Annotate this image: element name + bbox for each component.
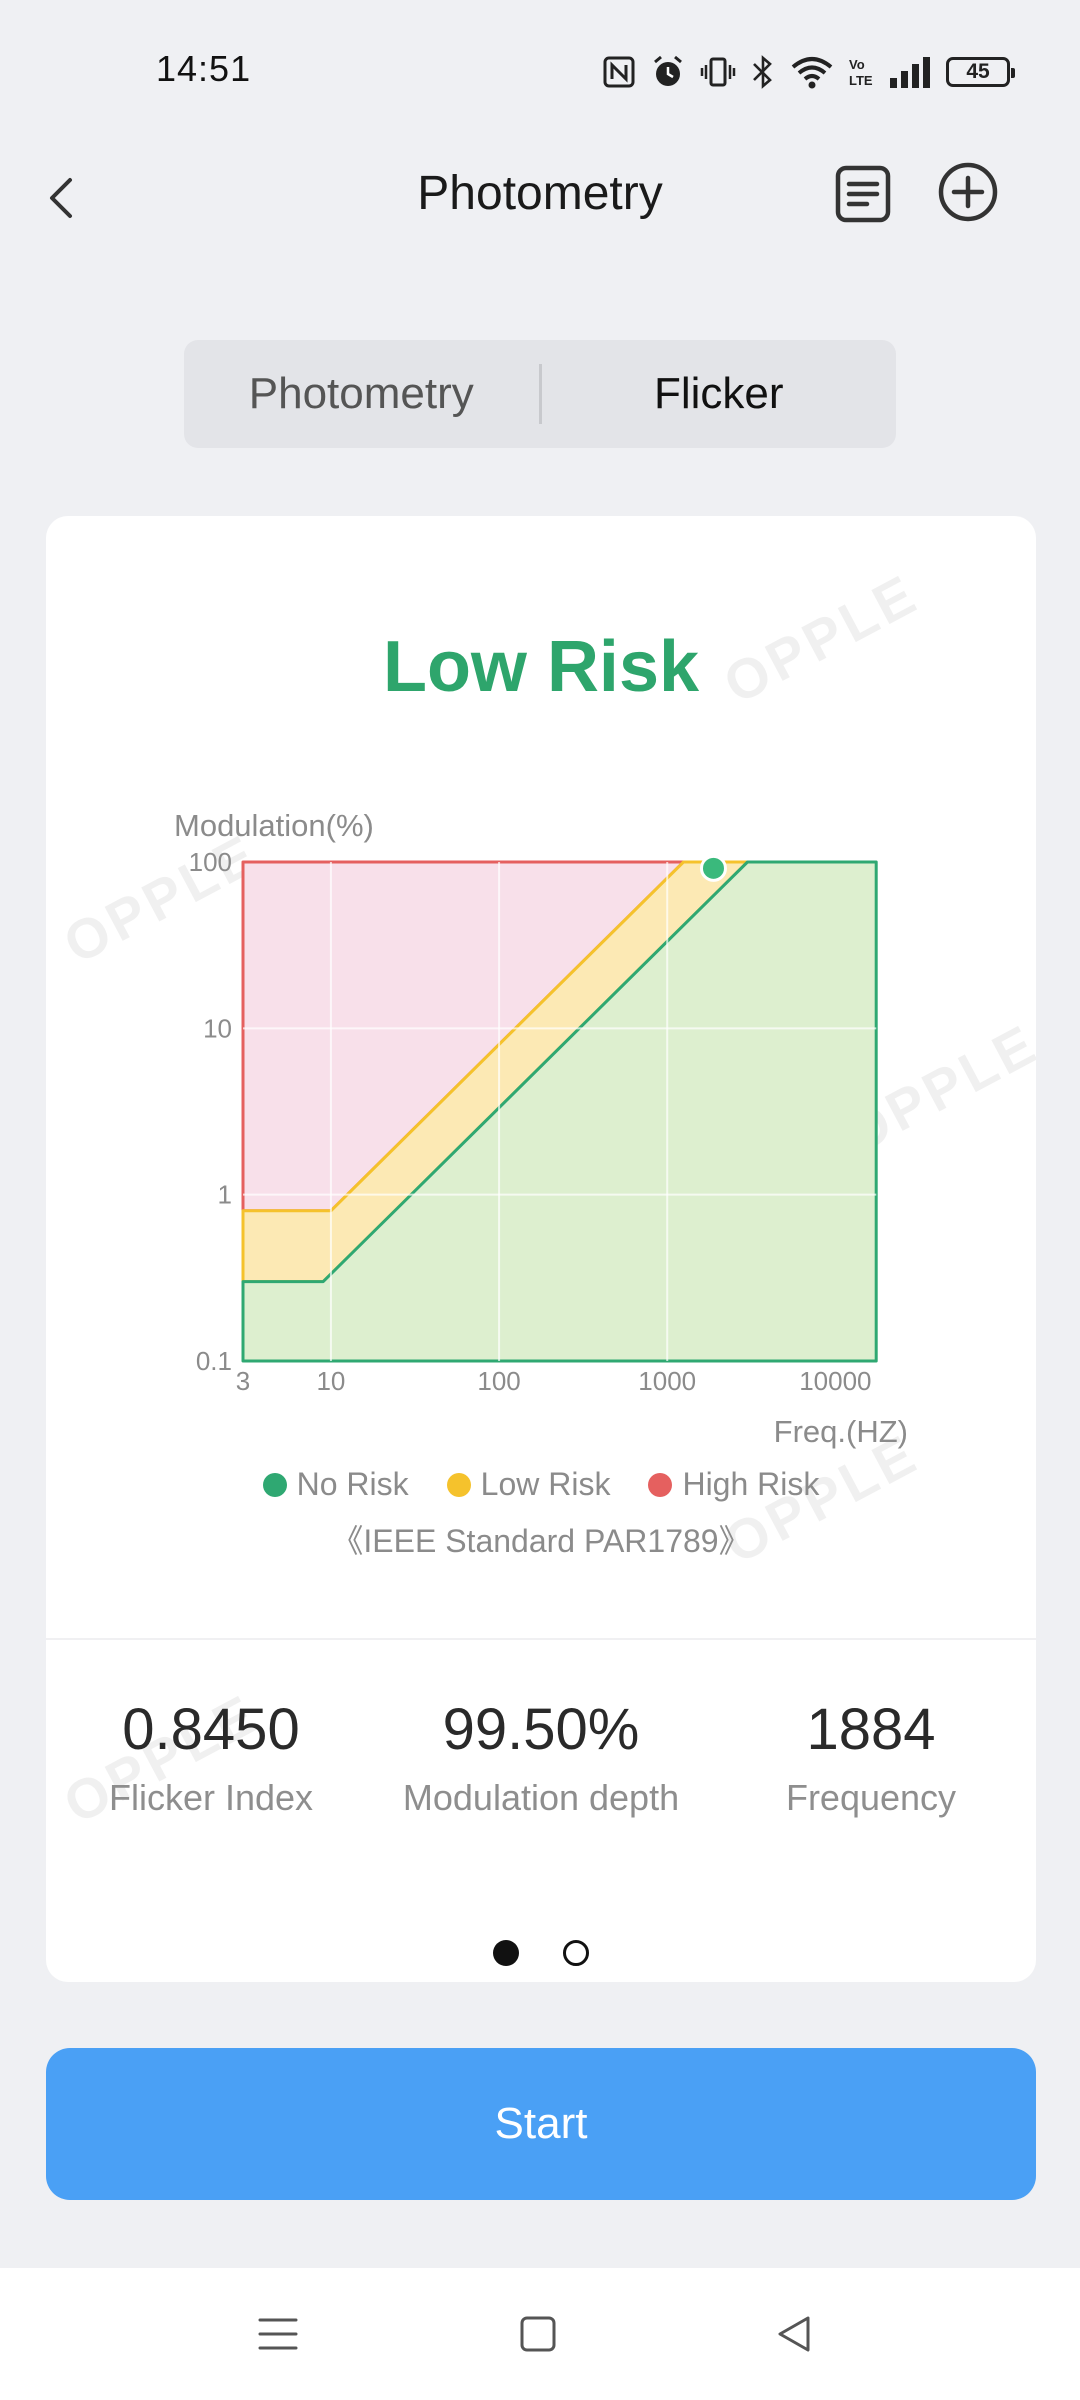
metric-modulation-depth: 99.50% Modulation depth (376, 1696, 706, 1819)
legend-item-low-risk: Low Risk (446, 1466, 611, 1503)
metric-label: Modulation depth (402, 1777, 680, 1818)
x-tick-label: 3 (236, 1366, 250, 1396)
x-tick-label: 1000 (638, 1366, 696, 1396)
home-icon[interactable] (514, 2310, 562, 2358)
report-icon[interactable] (832, 162, 894, 226)
volte-icon: Vo LTE (849, 57, 873, 88)
legend-item-no-risk: No Risk (262, 1466, 409, 1503)
page-dot-active[interactable] (493, 1940, 519, 1966)
svg-text:LTE: LTE (849, 73, 873, 88)
nfc-icon (603, 56, 635, 88)
tab-flicker[interactable]: Flicker (542, 340, 897, 448)
chart-legend: No Risk Low Risk High Risk (46, 1466, 1036, 1503)
metric-value: 0.8450 (122, 1697, 300, 1762)
x-tick-label: 10000 (799, 1366, 871, 1396)
legend-item-high-risk: High Risk (648, 1466, 819, 1503)
y-tick-label: 1 (218, 1180, 232, 1210)
legend-dot-no-risk (262, 1472, 287, 1497)
measured-point (699, 854, 727, 882)
status-time: 14:51 (156, 48, 252, 89)
legend-label: High Risk (682, 1466, 820, 1502)
vibrate-icon (700, 57, 736, 87)
app-header: Photometry (0, 140, 1080, 250)
battery-icon: 45 (946, 57, 1015, 87)
metrics-row: 0.8450 Flicker Index 99.50% Modulation d… (46, 1696, 1036, 1819)
signal-icon (890, 57, 930, 88)
x-tick-label: 10 (316, 1366, 345, 1396)
alarm-icon (654, 55, 682, 86)
legend-label: No Risk (296, 1466, 409, 1502)
add-icon[interactable] (936, 160, 1000, 224)
status-icons: Vo LTE 45 (602, 50, 1015, 94)
y-axis-label: Modulation(%) (174, 808, 374, 843)
standard-note: 《IEEE Standard PAR1789》 (331, 1523, 751, 1559)
y-tick-label: 10 (203, 1013, 232, 1043)
flicker-result-card: Low Risk OPPLE OPPLE OPPLE OPPLE OPPLE M… (46, 516, 1036, 1982)
metric-value: 1884 (806, 1697, 936, 1762)
metric-value: 99.50% (442, 1697, 640, 1762)
bluetooth-icon (753, 55, 772, 89)
page-indicator (46, 1940, 1036, 1966)
page-title: Photometry (417, 167, 663, 220)
back-nav-icon[interactable] (770, 2310, 818, 2358)
metric-frequency: 1884 Frequency (706, 1696, 1036, 1819)
card-divider (46, 1638, 1036, 1640)
x-tick-label: 100 (477, 1366, 520, 1396)
legend-dot-high-risk (648, 1472, 673, 1497)
page-dot[interactable] (563, 1940, 589, 1966)
legend-label: Low Risk (480, 1466, 611, 1502)
y-tick-label: 0.1 (196, 1346, 232, 1376)
svg-text:Vo: Vo (849, 57, 865, 72)
wifi-icon (791, 57, 833, 89)
tab-photometry[interactable]: Photometry (184, 340, 539, 448)
metric-label: Frequency (785, 1777, 957, 1818)
y-tick-label: 100 (189, 847, 232, 877)
x-axis-label: Freq.(HZ) (774, 1414, 908, 1449)
status-bar: 14:51 Vo LTE 45 (0, 0, 1080, 140)
start-button[interactable]: Start (46, 2048, 1036, 2200)
system-nav-bar (0, 2268, 1080, 2400)
metric-label: Flicker Index (108, 1777, 314, 1818)
mode-tabs: Photometry Flicker (184, 340, 896, 448)
metric-flicker-index: 0.8450 Flicker Index (46, 1696, 376, 1819)
legend-dot-low-risk (446, 1472, 471, 1497)
menu-icon[interactable] (254, 2310, 302, 2358)
flicker-risk-chart: Modulation(%) Freq.(HZ) 3 10 100 1000 10000 0… (174, 808, 908, 1449)
